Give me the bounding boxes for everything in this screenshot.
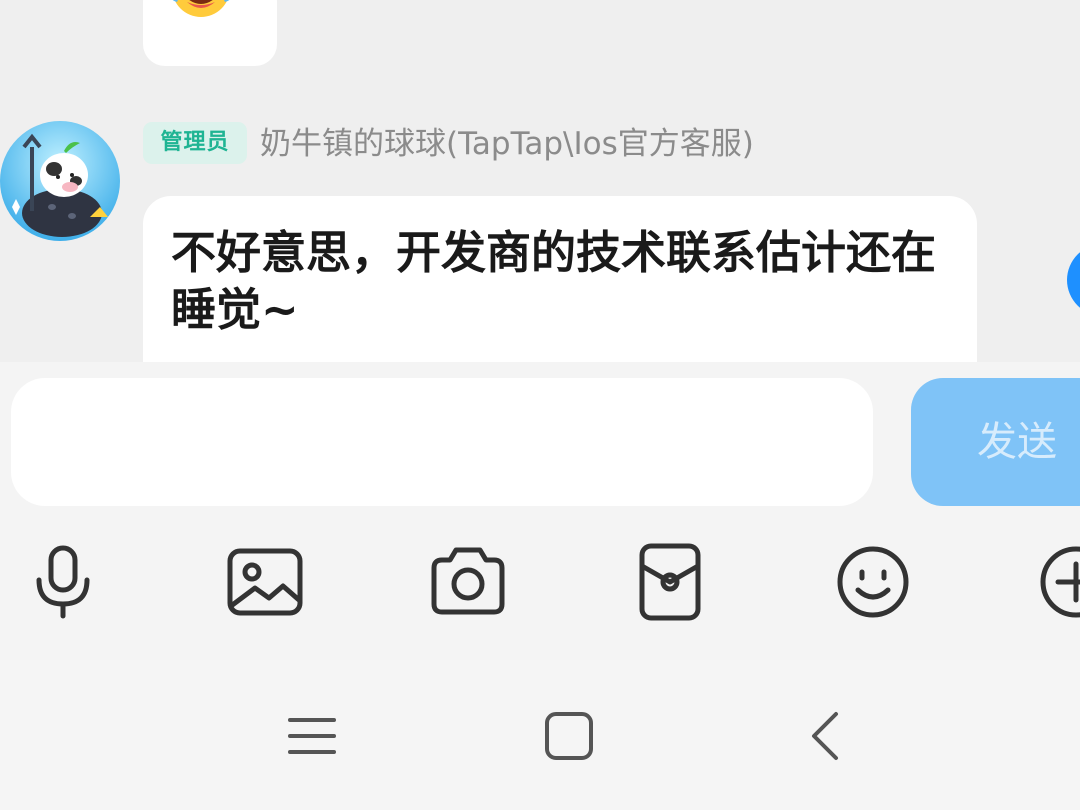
message-text: 不好意思，开发商的技术联系估计还在睡觉~ [171, 226, 937, 336]
home-icon[interactable] [541, 708, 597, 764]
floating-action-button[interactable] [1067, 244, 1080, 316]
message-input[interactable] [11, 378, 873, 506]
camera-icon[interactable] [428, 542, 508, 622]
system-navigation-bar [0, 660, 1080, 810]
admin-badge: 管理员 [143, 122, 247, 164]
image-icon[interactable] [225, 542, 305, 622]
send-button[interactable]: 发送 [911, 378, 1080, 506]
message-bubble[interactable]: 不好意思，开发商的技术联系估计还在睡觉~ [143, 196, 977, 362]
emoji-icon[interactable] [833, 542, 913, 622]
back-icon[interactable] [798, 708, 854, 764]
previous-message-bubble [143, 0, 277, 66]
plus-icon[interactable] [1036, 542, 1080, 622]
chat-area: 管理员 奶牛镇的球球(TapTap\Ios官方客服) 不好意思，开发商的技术联系… [0, 0, 1080, 362]
microphone-icon[interactable] [23, 542, 103, 622]
laughing-tears-emoji-icon [172, 0, 230, 17]
sender-avatar[interactable] [0, 121, 120, 241]
menu-icon[interactable] [284, 708, 340, 764]
sender-name[interactable]: 奶牛镇的球球(TapTap\Ios官方客服) [260, 122, 754, 166]
red-packet-icon[interactable] [630, 542, 710, 622]
